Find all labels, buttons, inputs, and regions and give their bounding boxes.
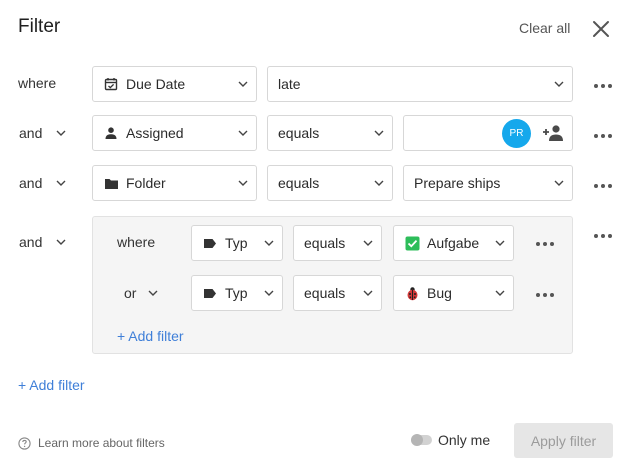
group-connector-or[interactable]: or — [124, 285, 158, 301]
more-options-icon[interactable] — [536, 292, 554, 298]
chevron-down-icon — [238, 81, 248, 87]
chevron-down-icon — [238, 130, 248, 136]
operator-label: equals — [304, 235, 346, 251]
chevron-down-icon — [56, 180, 66, 186]
field-select-due-date[interactable]: Due Date — [92, 66, 257, 102]
connector-and[interactable]: and — [19, 175, 66, 191]
chevron-down-icon — [56, 239, 66, 245]
apply-filter-button[interactable]: Apply filter — [514, 423, 613, 458]
connector-label: or — [124, 285, 137, 301]
value-label: Bug — [427, 285, 452, 301]
chevron-down-icon — [264, 290, 274, 296]
checkbox-checked-icon — [404, 235, 420, 251]
connector-label: and — [19, 234, 43, 250]
connector-and[interactable]: and — [19, 234, 66, 250]
chevron-down-icon — [495, 290, 505, 296]
field-label: Due Date — [126, 76, 186, 92]
operator-label: equals — [304, 285, 346, 301]
chevron-down-icon — [554, 180, 564, 186]
assignee-value-field[interactable]: PR — [403, 115, 573, 151]
folder-icon — [103, 175, 119, 191]
only-me-toggle[interactable]: Only me — [411, 431, 490, 449]
chevron-down-icon — [495, 240, 505, 246]
more-options-icon[interactable] — [594, 83, 612, 89]
operator-label: equals — [278, 175, 320, 191]
help-label: Learn more about filters — [38, 436, 165, 450]
connector-label: and — [19, 125, 43, 141]
ladybug-icon — [404, 285, 420, 301]
operator-select[interactable]: equals — [267, 165, 393, 201]
field-label: Typ — [225, 285, 248, 301]
operator-label: late — [278, 76, 301, 92]
avatar[interactable]: PR — [502, 118, 531, 148]
operator-select[interactable]: equals — [267, 115, 393, 151]
group-connector-where: where — [117, 234, 155, 250]
more-options-icon[interactable] — [594, 133, 612, 139]
help-circle-icon — [18, 436, 31, 450]
toggle-switch[interactable] — [411, 434, 432, 446]
chevron-down-icon — [363, 240, 373, 246]
operator-label: equals — [278, 125, 320, 141]
only-me-label: Only me — [438, 432, 491, 448]
add-person-icon[interactable] — [542, 124, 566, 142]
field-select-folder[interactable]: Folder — [92, 165, 257, 201]
field-label: Assigned — [126, 125, 184, 141]
chevron-down-icon — [238, 180, 248, 186]
field-select-assigned[interactable]: Assigned — [92, 115, 257, 151]
group-operator-select[interactable]: equals — [293, 225, 382, 261]
chevron-down-icon — [554, 81, 564, 87]
clear-all-button[interactable]: Clear all — [519, 20, 570, 36]
connector-where: where — [18, 75, 56, 91]
folder-value-select[interactable]: Prepare ships — [403, 165, 573, 201]
more-options-icon[interactable] — [536, 241, 554, 247]
add-filter-link[interactable]: + Add filter — [18, 377, 85, 393]
value-label: Prepare ships — [414, 175, 501, 191]
group-add-filter-link[interactable]: + Add filter — [117, 328, 184, 344]
connector-label: and — [19, 175, 43, 191]
value-label: Aufgabe — [427, 235, 480, 251]
chevron-down-icon — [148, 290, 158, 296]
person-icon — [103, 125, 119, 141]
dialog-title: Filter — [18, 16, 61, 37]
group-field-select[interactable]: Typ — [191, 275, 283, 311]
operator-select[interactable]: late — [267, 66, 573, 102]
chevron-down-icon — [363, 290, 373, 296]
group-value-select[interactable]: Aufgabe — [393, 225, 514, 261]
close-icon[interactable] — [590, 18, 612, 40]
group-operator-select[interactable]: equals — [293, 275, 382, 311]
connector-label: where — [117, 234, 156, 250]
connector-and[interactable]: and — [19, 125, 66, 141]
more-options-icon[interactable] — [594, 183, 612, 189]
tag-icon — [202, 285, 218, 301]
chevron-down-icon — [264, 240, 274, 246]
chevron-down-icon — [374, 130, 384, 136]
help-link[interactable]: Learn more about filters — [18, 436, 165, 450]
chevron-down-icon — [56, 130, 66, 136]
tag-icon — [202, 235, 218, 251]
group-field-select[interactable]: Typ — [191, 225, 283, 261]
group-value-select[interactable]: Bug — [393, 275, 514, 311]
more-options-icon[interactable] — [594, 233, 612, 239]
calendar-icon — [103, 76, 119, 92]
connector-label: where — [18, 75, 57, 91]
field-label: Typ — [225, 235, 248, 251]
chevron-down-icon — [374, 180, 384, 186]
field-label: Folder — [126, 175, 166, 191]
